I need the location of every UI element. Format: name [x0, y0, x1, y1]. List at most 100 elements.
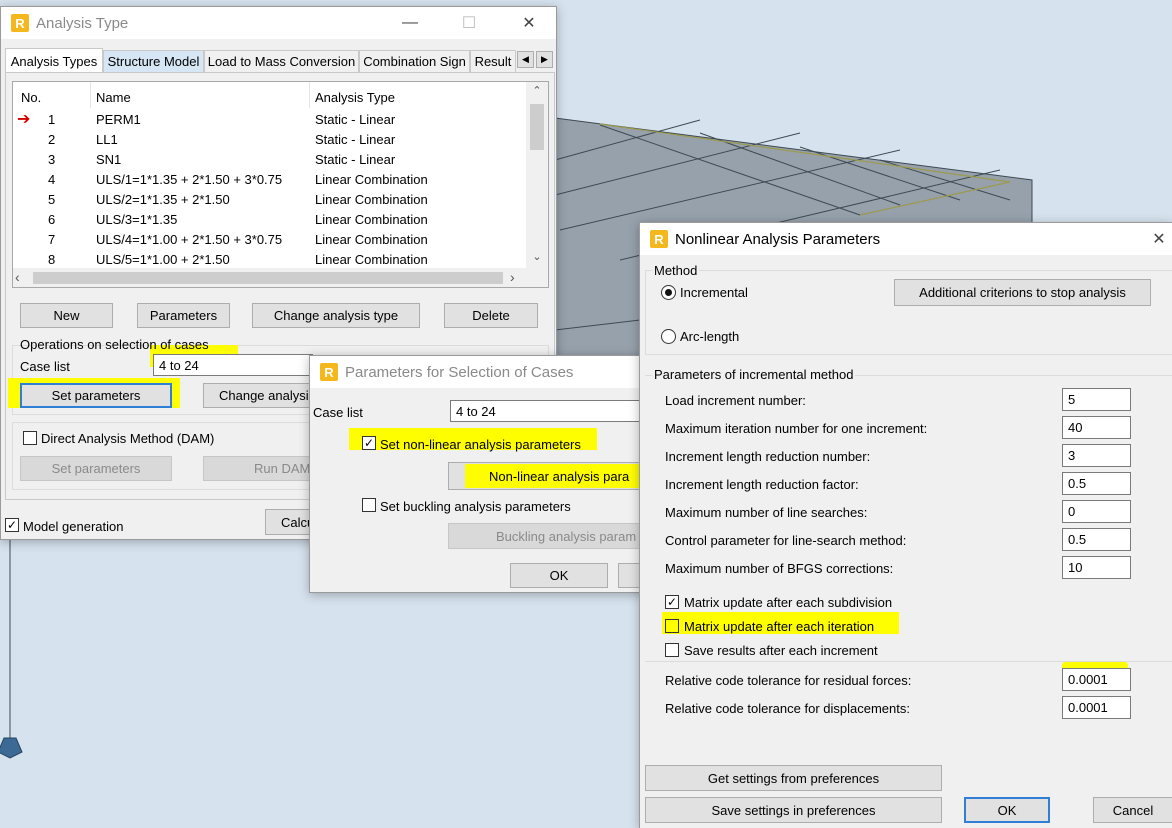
scroll-up-icon[interactable]: ⌃ [526, 84, 548, 97]
tab-label: Load to Mass Conversion [207, 54, 356, 69]
row-type: Linear Combination [315, 192, 428, 207]
model-generation-checkbox[interactable]: ✓ [5, 518, 19, 532]
row-name: PERM1 [96, 112, 141, 127]
vertical-scrollbar[interactable]: ⌃ ⌄ [526, 82, 548, 268]
tab-analysis-types[interactable]: Analysis Types [5, 48, 103, 73]
calculate-button[interactable]: Calcu [265, 509, 313, 535]
save-results-label: Save results after each increment [684, 643, 878, 658]
selection-titlebar[interactable]: R Parameters for Selection of Cases [310, 356, 648, 388]
method-label: Method [652, 263, 700, 278]
line-search-control-input[interactable]: 0.5 [1062, 528, 1131, 551]
matrix-subdivision-label: Matrix update after each subdivision [684, 595, 893, 610]
analysis-cases-list[interactable]: No. Name Analysis Type ➔ 1 PERM1 Static … [12, 81, 549, 288]
parameters-button[interactable]: Parameters [137, 303, 230, 328]
nonlinear-titlebar[interactable]: R Nonlinear Analysis Parameters ✕ [640, 223, 1172, 255]
incremental-radio[interactable] [661, 285, 676, 300]
param-label: Maximum number of BFGS corrections: [665, 561, 894, 576]
window-title: Analysis Type [36, 14, 129, 32]
bfgs-corrections-input[interactable]: 10 [1062, 556, 1131, 579]
scroll-down-icon[interactable]: ⌄ [526, 250, 548, 263]
tab-label: Result [474, 54, 512, 69]
row-name: ULS/1=1*1.35 + 2*1.50 + 3*0.75 [96, 172, 283, 187]
table-row[interactable]: 7 ULS/4=1*1.00 + 2*1.50 + 3*0.75 Linear … [13, 229, 525, 249]
table-row[interactable]: 8 ULS/5=1*1.00 + 2*1.50 Linear Combinati… [13, 249, 525, 269]
scroll-left-icon[interactable]: ‹ [15, 269, 20, 285]
nonlinear-cancel-button[interactable]: Cancel [1093, 797, 1172, 823]
table-row[interactable]: 6 ULS/3=1*1.35 Linear Combination [13, 209, 525, 229]
row-name: ULS/3=1*1.35 [96, 212, 178, 227]
nonlinear-params-button[interactable]: Non-linear analysis para [448, 462, 640, 490]
tab-result[interactable]: Result [470, 50, 516, 72]
tab-load-to-mass[interactable]: Load to Mass Conversion [204, 50, 359, 72]
set-parameters-button[interactable]: Set parameters [20, 383, 172, 408]
residual-tolerance-input[interactable]: 0.0001 [1062, 668, 1131, 691]
reduction-number-input[interactable]: 3 [1062, 444, 1131, 467]
close-icon[interactable]: ✕ [1144, 223, 1172, 255]
column-header-no[interactable]: No. [21, 90, 41, 105]
tab-scroll-left-button[interactable]: ◀ [517, 51, 534, 68]
scroll-right-icon[interactable]: › [510, 269, 515, 285]
column-header-type[interactable]: Analysis Type [315, 90, 395, 105]
save-results-checkbox[interactable] [665, 643, 679, 657]
displacement-tolerance-input[interactable]: 0.0001 [1062, 696, 1131, 719]
table-row[interactable]: 4 ULS/1=1*1.35 + 2*1.50 + 3*0.75 Linear … [13, 169, 525, 189]
selection-ok-button[interactable]: OK [510, 563, 608, 588]
save-settings-button[interactable]: Save settings in preferences [645, 797, 942, 823]
maximize-icon[interactable]: ☐ [446, 7, 492, 39]
tab-combination-sign[interactable]: Combination Sign [359, 50, 470, 72]
row-name: ULS/4=1*1.00 + 2*1.50 + 3*0.75 [96, 232, 283, 247]
matrix-iteration-checkbox[interactable] [665, 619, 679, 633]
row-no: 8 [48, 252, 56, 267]
row-no: 2 [48, 132, 56, 147]
close-icon[interactable]: ✕ [506, 7, 552, 39]
nonlinear-ok-button[interactable]: OK [964, 797, 1050, 823]
column-header-name[interactable]: Name [96, 90, 131, 105]
selection-cancel-button[interactable] [618, 563, 640, 588]
delete-button[interactable]: Delete [444, 303, 538, 328]
row-no: 7 [48, 232, 56, 247]
matrix-iteration-label: Matrix update after each iteration [684, 619, 875, 634]
additional-criteria-button[interactable]: Additional criterions to stop analysis [894, 279, 1151, 306]
dam-set-parameters-button[interactable]: Set parameters [20, 456, 172, 481]
tab-scroll-right-button[interactable]: ▶ [536, 51, 553, 68]
tab-structure-model[interactable]: Structure Model [103, 50, 204, 72]
row-type: Static - Linear [315, 112, 396, 127]
dam-checkbox[interactable] [23, 431, 37, 445]
scroll-thumb[interactable] [33, 272, 503, 284]
minimize-icon[interactable]: — [387, 7, 433, 39]
max-iteration-input[interactable]: 40 [1062, 416, 1131, 439]
table-row[interactable]: 3 SN1 Static - Linear [13, 149, 525, 169]
tolerance-label: Relative code tolerance for displacement… [665, 701, 910, 716]
scroll-thumb[interactable] [530, 104, 544, 150]
table-row[interactable]: 5 ULS/2=1*1.35 + 2*1.50 Linear Combinati… [13, 189, 525, 209]
line-searches-input[interactable]: 0 [1062, 500, 1131, 523]
horizontal-scrollbar[interactable]: ‹ › [13, 268, 548, 287]
table-row[interactable]: 2 LL1 Static - Linear [13, 129, 525, 149]
tab-label: Structure Model [107, 54, 200, 69]
reduction-factor-input[interactable]: 0.5 [1062, 472, 1131, 495]
row-no: 1 [48, 112, 56, 127]
buckling-checkbox[interactable] [362, 498, 376, 512]
arc-length-radio[interactable] [661, 329, 676, 344]
selection-case-list-input[interactable]: 4 to 24 [450, 400, 640, 422]
new-button[interactable]: New [20, 303, 113, 328]
buckling-params-button[interactable]: Buckling analysis param [448, 523, 640, 549]
change-analysis-type-button[interactable]: Change analysis type [252, 303, 420, 328]
change-analysis-button[interactable]: Change analysis [203, 383, 311, 408]
matrix-subdivision-checkbox[interactable]: ✓ [665, 595, 679, 609]
tolerance-label: Relative code tolerance for residual for… [665, 673, 912, 688]
table-row[interactable]: ➔ 1 PERM1 Static - Linear [13, 109, 525, 129]
window-title: Nonlinear Analysis Parameters [675, 230, 881, 248]
row-name: SN1 [96, 152, 122, 167]
case-list-input[interactable]: 4 to 24 [153, 354, 313, 376]
current-case-arrow-icon: ➔ [17, 111, 31, 128]
row-name: ULS/2=1*1.35 + 2*1.50 [96, 192, 230, 207]
buckling-check-label: Set buckling analysis parameters [380, 499, 571, 514]
load-increment-input[interactable]: 5 [1062, 388, 1131, 411]
analysis-type-titlebar[interactable]: R Analysis Type — ☐ ✕ [1, 7, 556, 39]
param-label: Control parameter for line-search method… [665, 533, 907, 548]
row-name: LL1 [96, 132, 118, 147]
nonlinear-checkbox[interactable]: ✓ [362, 436, 376, 450]
run-dam-button[interactable]: Run DAM [203, 456, 311, 481]
get-settings-button[interactable]: Get settings from preferences [645, 765, 942, 791]
